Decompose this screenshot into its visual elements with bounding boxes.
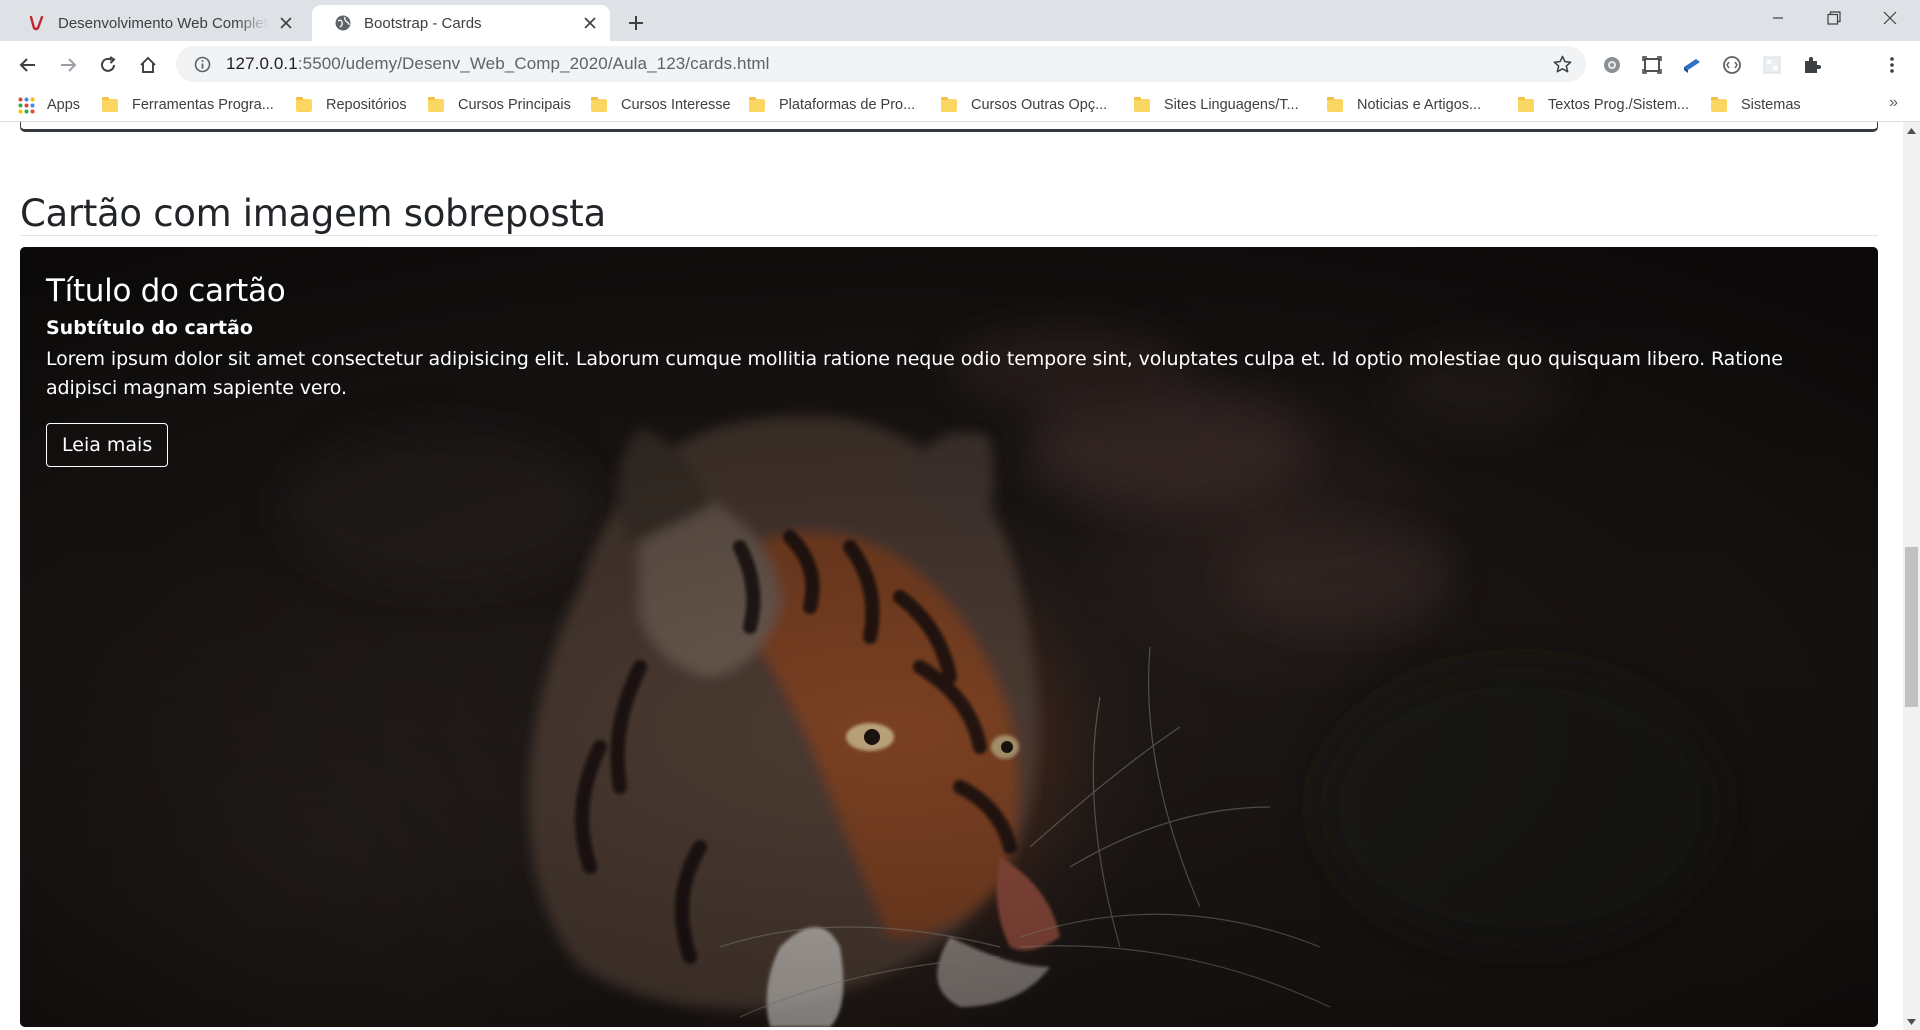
back-button[interactable] xyxy=(12,49,44,81)
scrollbar-thumb[interactable] xyxy=(1905,547,1918,707)
bookmark-label: Plataformas de Pro... xyxy=(779,97,916,113)
previous-card-bottom xyxy=(20,122,1878,132)
folder-icon xyxy=(296,96,312,112)
bookmark-folder[interactable]: Repositórios xyxy=(296,93,407,117)
tab-title: Bootstrap - Cards xyxy=(364,14,482,32)
folder-icon xyxy=(1327,96,1343,112)
bookmarks-overflow-button[interactable]: » xyxy=(1889,94,1898,112)
arrow-left-icon xyxy=(19,58,35,72)
bookmark-label: Sistemas xyxy=(1741,97,1801,113)
bookmark-folder[interactable]: Ferramentas Progra... xyxy=(102,93,274,117)
extension-blank-icon[interactable] xyxy=(1760,53,1784,77)
reload-button[interactable] xyxy=(92,49,124,81)
bookmarks-bar: Apps Ferramentas Progra... Repositórios … xyxy=(0,89,1920,122)
bookmark-label: Cursos Principais xyxy=(458,97,571,113)
bookmark-folder[interactable]: Sites Linguagens/T... xyxy=(1134,93,1299,117)
scrollbar[interactable] xyxy=(1903,122,1920,1030)
info-icon[interactable] xyxy=(184,46,220,82)
udemy-icon xyxy=(28,14,46,32)
apps-grid-icon xyxy=(18,97,35,114)
folder-icon xyxy=(102,96,118,112)
address-bar[interactable]: 127.0.0.1:5500/udemy/Desenv_Web_Comp_202… xyxy=(176,46,1586,82)
folder-icon xyxy=(749,96,765,112)
tab-bootstrap-cards[interactable]: Bootstrap - Cards xyxy=(312,5,610,41)
restore-icon xyxy=(1827,11,1841,25)
bookmark-folder[interactable]: Cursos Outras Opç... xyxy=(941,93,1107,117)
extension-blue-icon[interactable] xyxy=(1680,53,1704,77)
card-title: Título do cartão xyxy=(46,273,286,309)
tab-udemy[interactable]: Desenvolvimento Web Completo xyxy=(6,5,306,41)
bookmark-label: Noticias e Artigos... xyxy=(1357,97,1482,113)
arrow-right-icon xyxy=(61,58,77,72)
close-icon[interactable] xyxy=(580,13,600,33)
page-viewport: Cartão com imagem sobreposta Título do c… xyxy=(0,122,1903,1030)
close-window-button[interactable] xyxy=(1862,0,1918,36)
bookmark-label: Cursos Interesse xyxy=(621,97,731,113)
bookmark-label: Repositórios xyxy=(326,97,407,113)
bookmark-label: Ferramentas Progra... xyxy=(132,97,274,113)
devtools-circle-icon[interactable] xyxy=(1720,53,1744,77)
star-icon[interactable] xyxy=(1548,50,1576,78)
folder-icon xyxy=(1518,96,1534,112)
folder-icon xyxy=(1711,96,1727,112)
url-host: 127.0.0.1 xyxy=(226,54,298,73)
forward-button[interactable] xyxy=(52,49,84,81)
overlay-card: Título do cartão Subtítulo do cartão Lor… xyxy=(20,247,1878,1027)
restore-button[interactable] xyxy=(1806,0,1862,36)
extension-gear-icon[interactable] xyxy=(1600,53,1624,77)
browser-toolbar: 127.0.0.1:5500/udemy/Desenv_Web_Comp_202… xyxy=(0,41,1920,118)
folder-icon xyxy=(591,96,607,112)
screen-capture-icon[interactable] xyxy=(1640,53,1664,77)
card-subtitle: Subtítulo do cartão xyxy=(46,317,253,339)
tab-title: Desenvolvimento Web Completo xyxy=(58,14,268,32)
scroll-up-arrow-icon[interactable] xyxy=(1903,122,1920,139)
bookmark-folder[interactable]: Noticias e Artigos... xyxy=(1327,93,1481,117)
folder-icon xyxy=(428,96,444,112)
bookmark-apps[interactable]: Apps xyxy=(18,93,80,117)
bookmark-label: Sites Linguagens/T... xyxy=(1164,97,1299,113)
home-icon xyxy=(140,56,156,73)
bookmark-folder[interactable]: Plataformas de Pro... xyxy=(749,93,915,117)
bookmark-label: Textos Prog./Sistem... xyxy=(1548,97,1690,113)
folder-icon xyxy=(1134,96,1150,112)
bookmark-label: Apps xyxy=(47,97,81,113)
minimize-icon xyxy=(1773,17,1783,19)
scroll-down-arrow-icon[interactable] xyxy=(1903,1013,1920,1030)
card-text: Lorem ipsum dolor sit amet consectetur a… xyxy=(46,348,1783,399)
puzzle-icon[interactable] xyxy=(1800,53,1824,77)
bookmark-folder[interactable]: Cursos Interesse xyxy=(591,93,731,117)
url-path: :5500/udemy/Desenv_Web_Comp_2020/Aula_12… xyxy=(297,54,770,73)
reload-icon xyxy=(101,56,116,72)
divider xyxy=(20,235,1878,236)
bookmark-folder[interactable]: Sistemas xyxy=(1711,93,1801,117)
bookmark-folder[interactable]: Textos Prog./Sistem... xyxy=(1518,93,1689,117)
card-body: Título do cartão Subtítulo do cartão Lor… xyxy=(46,273,1856,467)
globe-icon xyxy=(334,14,352,32)
section-heading: Cartão com imagem sobreposta xyxy=(20,192,606,235)
home-button[interactable] xyxy=(132,49,164,81)
new-tab-button[interactable] xyxy=(622,9,650,37)
bookmark-folder[interactable]: Cursos Principais xyxy=(428,93,571,117)
kebab-menu-icon[interactable] xyxy=(1880,53,1904,77)
minimize-button[interactable] xyxy=(1750,0,1806,36)
folder-icon xyxy=(941,96,957,112)
tab-strip: Desenvolvimento Web Completo Bootstrap -… xyxy=(0,0,1920,41)
close-icon xyxy=(1883,11,1897,25)
bookmark-label: Cursos Outras Opç... xyxy=(971,97,1108,113)
read-more-button[interactable]: Leia mais xyxy=(46,423,169,467)
url-text[interactable]: 127.0.0.1:5500/udemy/Desenv_Web_Comp_202… xyxy=(226,54,770,74)
close-icon[interactable] xyxy=(276,13,296,33)
plus-icon xyxy=(629,16,643,30)
